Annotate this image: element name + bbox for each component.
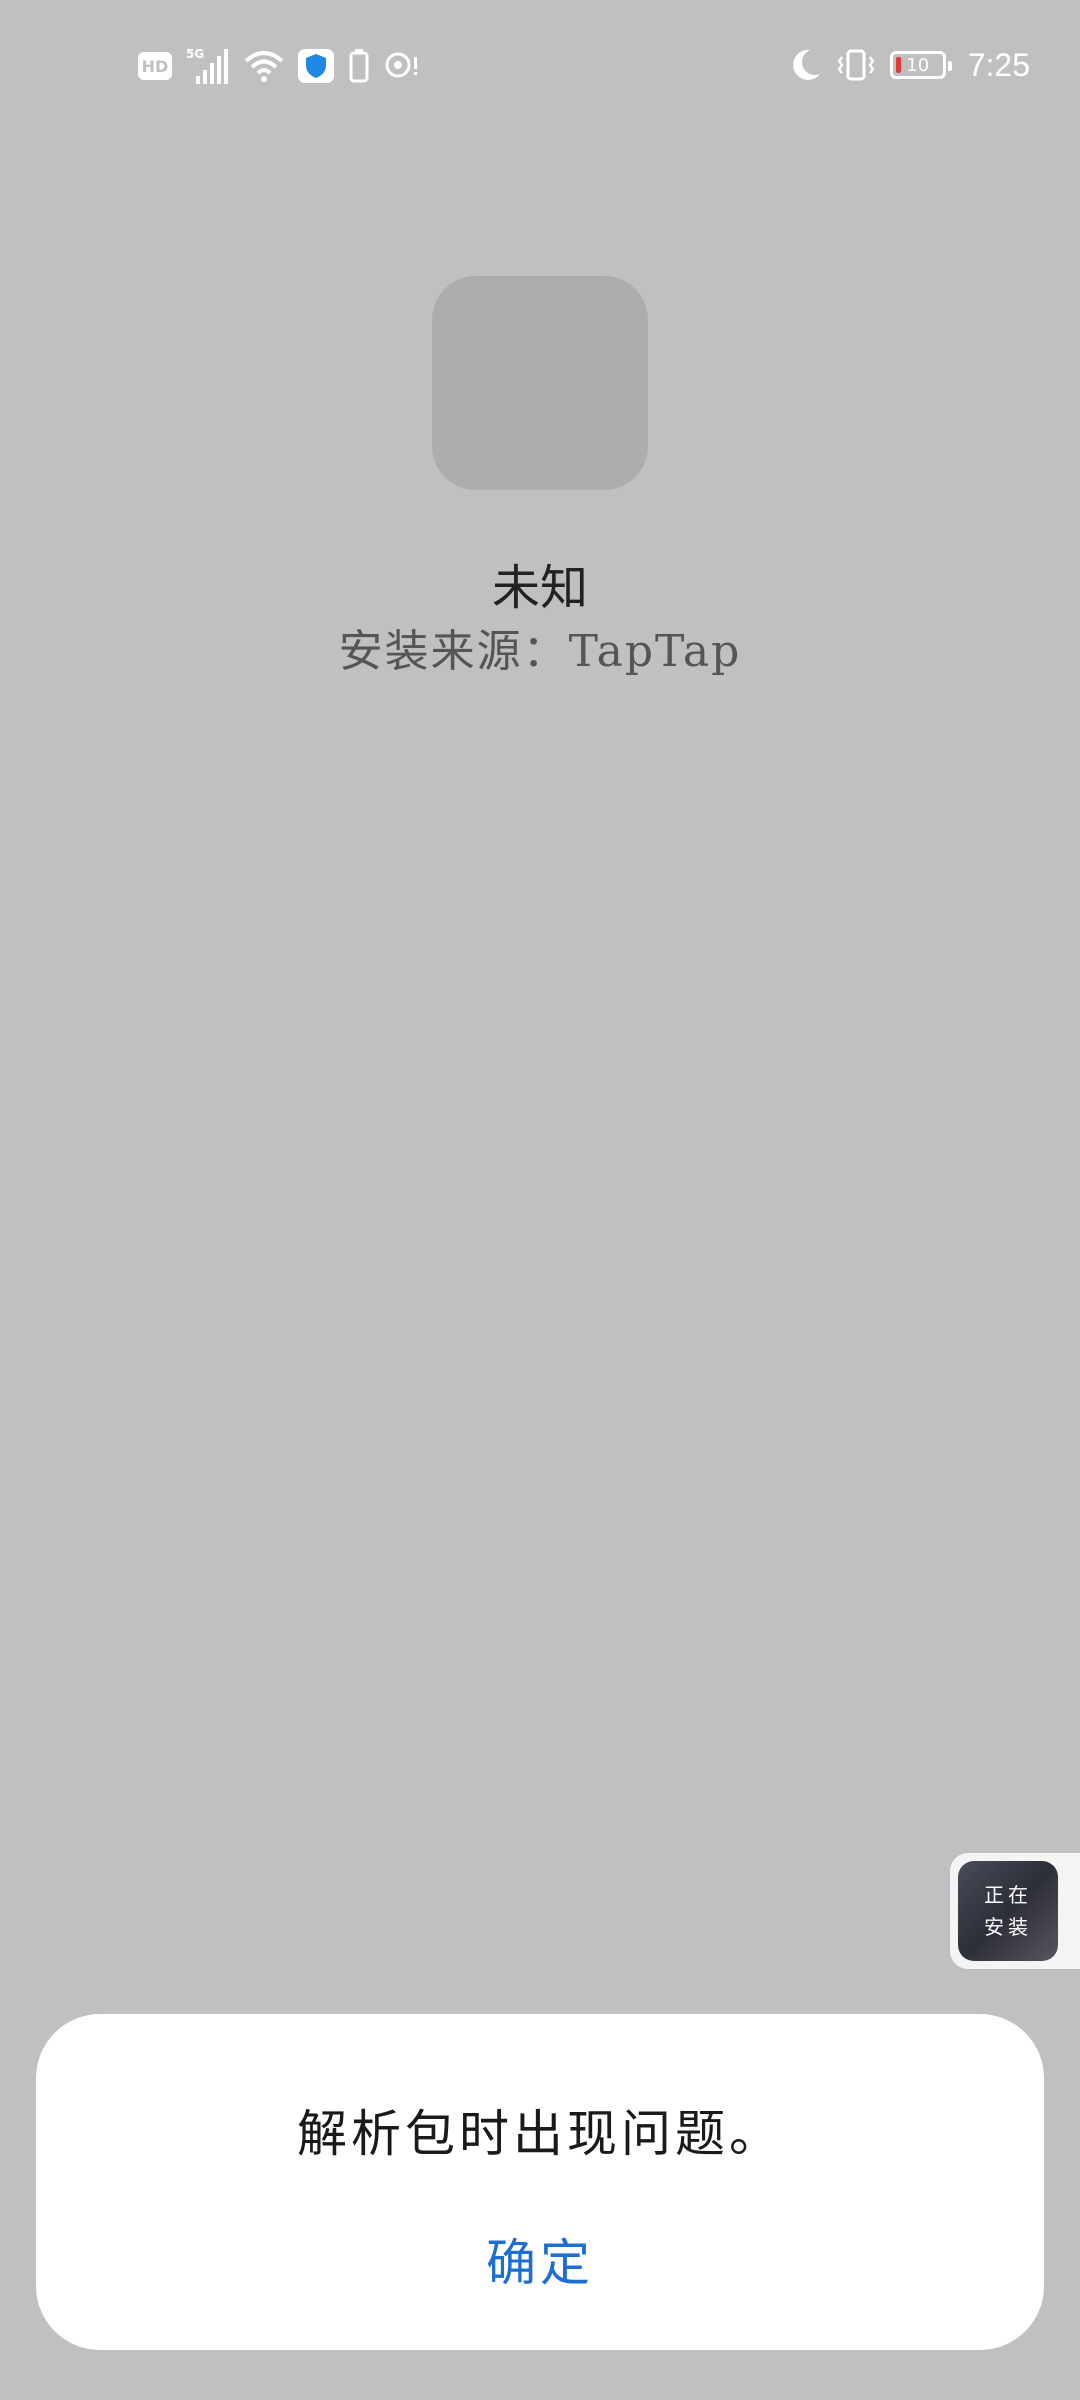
do-not-disturb-moon-icon xyxy=(792,49,820,80)
confirm-button[interactable]: 确定 xyxy=(440,2214,640,2304)
installing-badge-icon[interactable]: 正在 安装 xyxy=(958,1861,1058,1961)
hd-icon: HD xyxy=(138,52,172,80)
vibrate-icon xyxy=(837,49,875,81)
installing-floating-badge[interactable]: 正在 安装 xyxy=(950,1853,1080,1969)
battery-level-fill xyxy=(895,57,901,73)
install-source: 安装来源：TapTap xyxy=(338,626,742,677)
phone-battery-icon xyxy=(349,49,369,83)
svg-text:5G: 5G xyxy=(186,47,204,61)
status-clock: 7:25 xyxy=(967,46,1030,83)
installing-badge-line1: 正在 xyxy=(984,1883,1032,1907)
app-name: 未知 xyxy=(491,560,588,616)
error-dialog: 解析包时出现问题。 确定 xyxy=(36,2014,1044,2350)
status-bar-right: 10 7:25 xyxy=(790,40,1030,90)
wifi-icon xyxy=(244,51,284,82)
status-bar: HD 5G 10 7:25 xyxy=(0,0,1080,130)
cellular-signal-icon: 5G xyxy=(186,47,228,84)
app-icon-placeholder xyxy=(432,276,648,490)
dialog-message: 解析包时出现问题。 xyxy=(297,2105,783,2163)
battery-icon: 10 xyxy=(889,51,952,79)
hotspot-icon xyxy=(385,52,417,78)
battery-level-text: 10 xyxy=(906,54,930,76)
hd-label: HD xyxy=(141,56,169,76)
security-shield-icon xyxy=(298,49,334,83)
status-bar-left: HD 5G xyxy=(138,44,420,88)
installing-badge-line2: 安装 xyxy=(984,1915,1032,1939)
